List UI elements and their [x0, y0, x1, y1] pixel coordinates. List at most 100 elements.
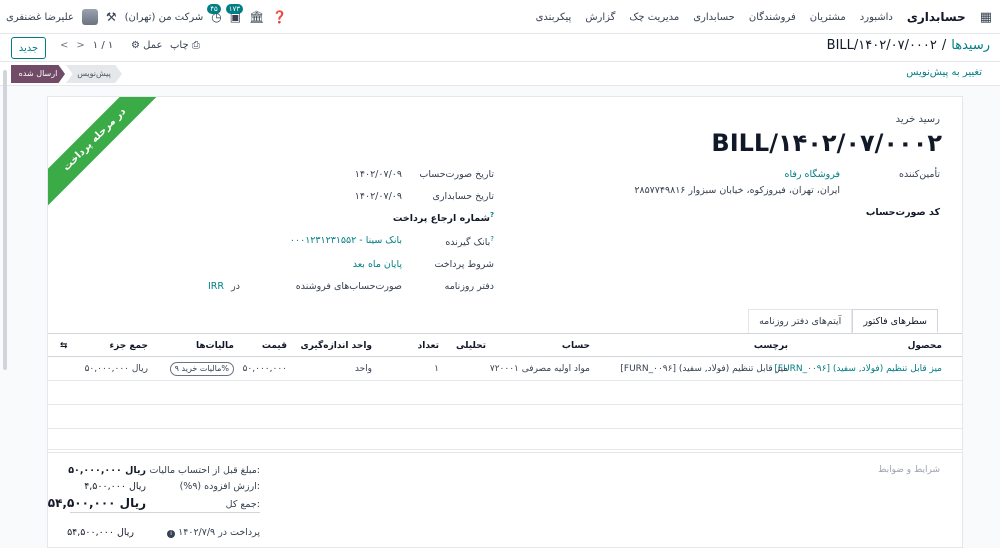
invoice-lines-table: محصول برچسب حساب تحلیلی تعداد واحد انداز…	[48, 333, 962, 453]
activity-button[interactable]: ◷ ۴۵	[207, 4, 222, 24]
document-title: BILL/۱۴۰۲/۰۷/۰۰۰۲	[711, 129, 942, 157]
reset-to-draft-button[interactable]: تغییر به پیش‌نویس	[906, 67, 982, 78]
print-button[interactable]: چاپ ⎙	[170, 40, 200, 51]
col-subtotal[interactable]: جمع جزء	[110, 334, 149, 358]
action-button[interactable]: ⚙ عمل	[131, 40, 162, 51]
line-subtotal: ۵۰,۰۰۰,۰۰۰ ریال	[84, 364, 148, 374]
currency-in-label: در	[231, 281, 240, 292]
scrollbar[interactable]	[3, 70, 7, 370]
line-account[interactable]: ۷۲۰۰۰۱ مواد اولیه مصرفی	[490, 357, 590, 381]
pager-next-icon[interactable]: >	[76, 40, 84, 51]
line-quantity[interactable]: ۱	[434, 357, 439, 381]
company-switcher[interactable]: شرکت من (تهران)	[125, 12, 204, 23]
payment-status-ribbon: در مرحله پرداخت	[48, 97, 165, 210]
vendor-name[interactable]: فروشگاه رفاه	[785, 169, 840, 180]
gear-icon: ⚙	[131, 40, 140, 51]
payment-terms-label: شروط پرداخت	[434, 259, 494, 270]
untaxed-amount-value: ۵۰,۰۰۰,۰۰۰ ریال	[68, 465, 146, 476]
new-button[interactable]: جدید	[11, 37, 46, 59]
line-label[interactable]: [FURN_۰۰۹۶] میز قابل تنظیم (فولاد, سفید)	[620, 357, 788, 381]
printer-icon: ⎙	[191, 40, 200, 51]
payment-reference-label: شماره ارجاع پرداخت?	[392, 211, 494, 225]
help-icon[interactable]: ?	[490, 235, 494, 243]
payment-terms-field[interactable]: پایان ماه بعد	[353, 259, 402, 270]
breadcrumb-parent[interactable]: رسیدها	[951, 38, 990, 53]
col-taxes[interactable]: مالیات‌ها	[196, 334, 234, 358]
menu-configuration[interactable]: پیکربندی	[536, 12, 572, 23]
control-panel: جدید < > ۱ / ۱ ⚙ عمل چاپ ⎙ رسیدها / BILL…	[0, 34, 1000, 62]
totals-divider	[70, 512, 260, 513]
invoice-date-field[interactable]: ۱۴۰۲/۰۷/۰۹	[355, 169, 402, 180]
menu-reporting[interactable]: گزارش	[585, 12, 615, 23]
chat-badge: ۱۷۳	[225, 4, 244, 14]
payment-line[interactable]: i پرداخت در ۱۴۰۲/۷/۹	[167, 527, 260, 538]
menu-check-management[interactable]: مدیریت چک	[629, 12, 679, 23]
systray: علیرضا غضنفری ⚒ شرکت من (تهران) ◷ ۴۵ ▣ ۱…	[6, 0, 287, 34]
menu-vendors[interactable]: فروشندگان	[749, 12, 796, 23]
recipient-bank-label: بانک گیرنده?	[445, 235, 494, 249]
invoice-date-label: تاریخ صورت‌حساب	[419, 169, 494, 180]
pager: < > ۱ / ۱	[60, 40, 113, 51]
activity-badge: ۴۵	[207, 4, 221, 14]
tab-invoice-lines[interactable]: سطرهای فاکتور	[852, 309, 938, 333]
menu-accounting[interactable]: حسابداری	[693, 12, 735, 23]
col-account[interactable]: حساب	[562, 334, 590, 358]
vendor-label: تأمین‌کننده	[899, 169, 940, 180]
col-uom[interactable]: واحد اندازه‌گیری	[301, 334, 373, 358]
line-uom[interactable]: واحد	[355, 357, 372, 381]
tools-icon[interactable]: ⚒	[106, 10, 117, 24]
terms-field[interactable]: شرایط و ضوابط	[878, 465, 940, 475]
tax-tag[interactable]: مالیات خرید ۹%	[169, 362, 234, 376]
total-label: جمع کل:	[225, 499, 260, 510]
accounting-date-label: تاریخ حسابداری	[432, 191, 494, 202]
tab-journal-items[interactable]: آیتم‌های دفتر روزنامه	[748, 309, 853, 333]
chat-button[interactable]: ▣ ۱۷۳	[225, 4, 244, 24]
stage-draft[interactable]: پیش‌نویس	[66, 65, 122, 83]
journal-field[interactable]: صورت‌حساب‌های فروشنده	[296, 281, 402, 292]
menu-dashboard[interactable]: داشبورد	[860, 12, 893, 23]
table-row-empty	[48, 381, 962, 405]
col-product[interactable]: محصول	[908, 334, 942, 358]
notebook-tabs: سطرهای فاکتور آیتم‌های دفتر روزنامه	[748, 309, 938, 333]
building-icon[interactable]: 🏛	[249, 10, 264, 24]
total-value: ۵۴,۵۰۰,۰۰۰ ریال	[47, 496, 146, 510]
paid-amount: ۵۴,۵۰۰,۰۰۰ ریال	[67, 527, 134, 538]
col-label[interactable]: برچسب	[754, 334, 788, 358]
col-quantity[interactable]: تعداد	[418, 334, 439, 358]
line-taxes[interactable]: مالیات خرید ۹%	[169, 357, 234, 381]
breadcrumb-separator: /	[941, 38, 947, 53]
breadcrumb-current: BILL/۱۴۰۲/۰۷/۰۰۰۲	[826, 38, 937, 53]
section-divider	[48, 449, 962, 450]
document-type-label: رسید خرید	[895, 114, 940, 125]
stage-posted[interactable]: ارسال شده	[11, 65, 65, 83]
recipient-bank-field[interactable]: ۰۰۰۱۲۳۱۲۳۱۵۵۲ - بانک سینا	[290, 235, 402, 246]
table-row-empty	[48, 405, 962, 429]
vat-label: ارزش افزوده (۹%):	[179, 481, 260, 492]
currency-field[interactable]: IRR	[208, 281, 224, 292]
journal-label: دفتر روزنامه	[444, 281, 494, 292]
breadcrumb: رسیدها / BILL/۱۴۰۲/۰۷/۰۰۰۲	[827, 38, 990, 53]
app-brand[interactable]: حسابداری	[907, 10, 966, 24]
info-icon[interactable]: i	[167, 530, 176, 538]
avatar[interactable]	[81, 9, 98, 25]
accounting-date-field[interactable]: ۱۴۰۲/۰۷/۰۹	[355, 191, 402, 202]
table-row[interactable]: [FURN_۰۰۹۶] میز قابل تنظیم (فولاد, سفید)…	[48, 357, 962, 381]
col-analytic[interactable]: تحلیلی	[456, 334, 486, 358]
help-icon[interactable]: ❓	[272, 10, 287, 24]
main-menu: ▦ حسابداری داشبورد مشتریان فروشندگان حسا…	[536, 0, 992, 34]
vat-value: ۴,۵۰۰,۰۰۰ ریال	[84, 481, 146, 492]
apps-grid-icon[interactable]: ▦	[980, 10, 992, 25]
line-product[interactable]: [FURN_۰۰۹۶] میز قابل تنظیم (فولاد, سفید)	[774, 357, 942, 381]
form-sheet: در مرحله پرداخت رسید خرید BILL/۱۴۰۲/۰۷/۰…	[47, 96, 963, 548]
col-price[interactable]: قیمت	[262, 334, 287, 358]
line-price[interactable]: ۵۰,۰۰۰,۰۰۰	[243, 357, 287, 381]
bill-reference-label: کد صورت‌حساب	[865, 207, 940, 218]
table-header: محصول برچسب حساب تحلیلی تعداد واحد انداز…	[48, 333, 962, 358]
help-icon[interactable]: ?	[490, 211, 494, 219]
menu-customers[interactable]: مشتریان	[810, 12, 846, 23]
pager-prev-icon[interactable]: <	[60, 40, 68, 51]
user-name[interactable]: علیرضا غضنفری	[6, 12, 74, 23]
untaxed-amount-label: مبلغ قبل از احتساب مالیات:	[149, 465, 260, 476]
optional-columns-icon[interactable]: ⇆	[60, 334, 68, 358]
pager-value[interactable]: ۱ / ۱	[93, 40, 113, 51]
